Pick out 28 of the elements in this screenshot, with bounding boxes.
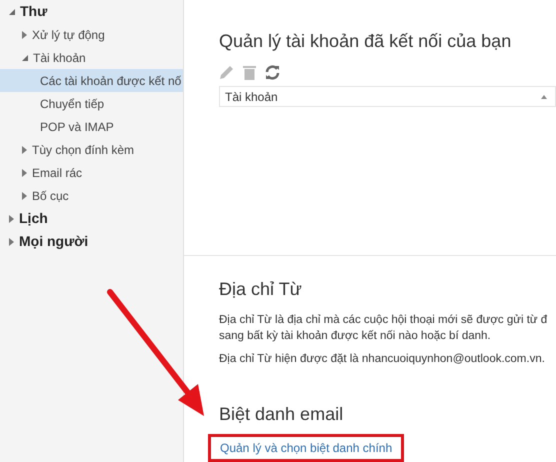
collapsed-caret-icon[interactable] [9, 238, 14, 246]
column-header[interactable]: Tài khoản [225, 88, 541, 106]
tree-item[interactable]: Thư [0, 0, 183, 23]
manage-aliases-link[interactable]: Quản lý và chọn biệt danh chính [208, 434, 404, 462]
tree-item[interactable]: Chuyển tiếp [0, 92, 183, 115]
description-text: Địa chỉ Từ là địa chỉ mà các cuộc hội thoại mới sẽ được gửi từ đ sang bất kỳ tài khoản được kết nối nào hoặc bí danh. [219, 312, 548, 344]
tree-item[interactable]: Email rác [0, 161, 183, 184]
expanded-caret-icon[interactable] [9, 8, 15, 14]
collapsed-caret-icon[interactable] [22, 146, 27, 154]
tree-item[interactable]: Mọi người [0, 230, 183, 253]
collapsed-caret-icon[interactable] [22, 168, 27, 176]
tree-item[interactable]: Các tài khoản được kết nố [0, 69, 183, 92]
tree-item[interactable]: POP và IMAP [0, 115, 183, 138]
collapsed-caret-icon[interactable] [9, 214, 14, 222]
current-address-text: Địa chỉ Từ hiện được đặt là nhancuoiquynhon@outlook.com.vn. [219, 352, 546, 367]
tree-item[interactable]: Xử lý tự động [0, 23, 183, 46]
refresh-icon[interactable] [265, 64, 280, 80]
tree-item[interactable]: Tùy chọn đính kèm [0, 138, 183, 161]
sort-caret-icon[interactable] [541, 94, 547, 98]
section-title: Địa chỉ Từ [219, 278, 303, 301]
collapsed-caret-icon[interactable] [22, 30, 27, 38]
tree-item[interactable]: Bố cục [0, 184, 183, 207]
tree-item[interactable]: Lịch [0, 207, 183, 230]
collapsed-caret-icon[interactable] [22, 192, 27, 200]
section-title: Biệt danh email [219, 403, 344, 426]
section-title: Quản lý tài khoản đã kết nối của bạn [219, 30, 512, 53]
tree-item[interactable]: Tài khoản [0, 46, 183, 69]
expanded-caret-icon[interactable] [22, 54, 28, 60]
